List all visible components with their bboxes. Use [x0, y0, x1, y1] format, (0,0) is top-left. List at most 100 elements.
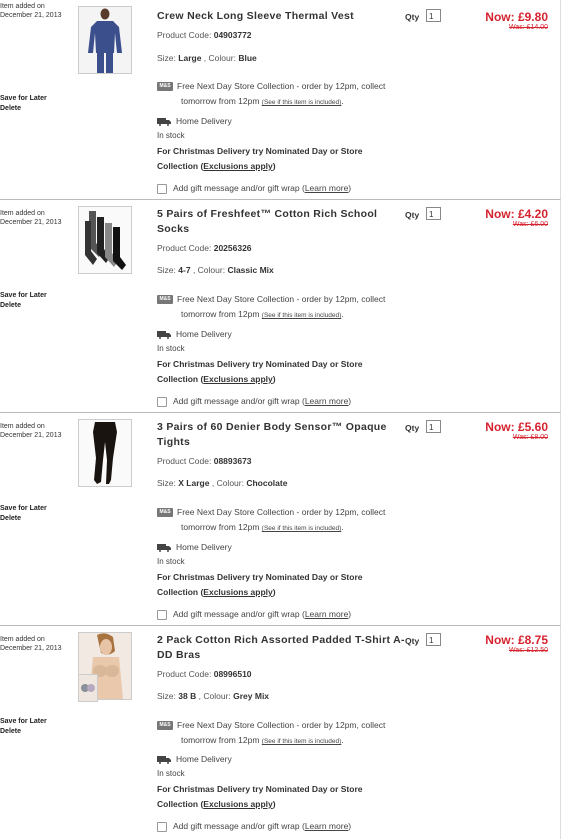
delete-link[interactable]: Delete	[0, 514, 47, 524]
store-collection: M&S Free Next Day Store Collection - orde…	[157, 718, 385, 749]
gift-checkbox[interactable]	[157, 609, 167, 620]
gift-option: Add gift message and/or gift wrap (Learn…	[157, 821, 351, 832]
added-date: Item added on December 21, 2013	[0, 210, 62, 226]
product-code: Product Code: 20256326	[157, 243, 252, 253]
learn-more-link[interactable]: Learn more	[305, 609, 348, 619]
now-price: Now: £8.75	[485, 633, 548, 647]
product-title[interactable]: 2 Pack Cotton Rich Assorted Padded T-Shi…	[157, 633, 407, 663]
home-delivery: Home Delivery	[157, 116, 232, 126]
qty-label: Qty	[405, 423, 420, 433]
home-delivery: Home Delivery	[157, 329, 232, 339]
stock-status: In stock	[157, 344, 185, 353]
was-price: Was: £6.00	[512, 221, 548, 228]
size-colour: Size: 4-7 , Colour: Classic Mix	[157, 265, 274, 275]
stock-status: In stock	[157, 557, 185, 566]
product-image[interactable]	[78, 6, 132, 74]
save-for-later-link[interactable]: Save for Later	[0, 291, 47, 301]
added-date: Item added on December 21, 2013	[0, 423, 62, 439]
product-code: Product Code: 08893673	[157, 456, 252, 466]
was-price: Was: £8.00	[512, 434, 548, 441]
save-for-later-link[interactable]: Save for Later	[0, 94, 47, 104]
store-collection: M&S Free Next Day Store Collection - orde…	[157, 79, 385, 110]
learn-more-link[interactable]: Learn more	[305, 821, 348, 831]
gift-option: Add gift message and/or gift wrap (Learn…	[157, 396, 351, 407]
item-actions: Save for Later Delete	[0, 717, 47, 737]
store-icon: M&S	[157, 82, 173, 92]
store-collection: M&S Free Next Day Store Collection - orde…	[157, 505, 385, 536]
product-code: Product Code: 04903772	[157, 30, 252, 40]
product-title[interactable]: 3 Pairs of 60 Denier Body Sensor™ Opaque…	[157, 420, 407, 450]
gift-checkbox[interactable]	[157, 396, 167, 407]
home-delivery: Home Delivery	[157, 754, 232, 764]
store-icon: M&S	[157, 295, 173, 305]
learn-more-link[interactable]: Learn more	[305, 183, 348, 193]
see-if-included-link[interactable]: (See if this item is included)	[262, 312, 341, 319]
save-for-later-link[interactable]: Save for Later	[0, 717, 47, 727]
christmas-delivery-note: For Christmas Delivery try Nominated Day…	[157, 572, 363, 597]
size-colour: Size: Large , Colour: Blue	[157, 53, 257, 63]
now-price: Now: £9.80	[485, 10, 548, 24]
exclusions-link[interactable]: Exclusions apply	[203, 799, 272, 809]
gift-option: Add gift message and/or gift wrap (Learn…	[157, 609, 351, 620]
product-title[interactable]: Crew Neck Long Sleeve Thermal Vest	[157, 9, 407, 24]
qty-label: Qty	[405, 636, 420, 646]
product-image[interactable]	[78, 419, 132, 487]
exclusions-link[interactable]: Exclusions apply	[203, 374, 272, 384]
product-title[interactable]: 5 Pairs of Freshfeet™ Cotton Rich School…	[157, 207, 407, 237]
christmas-delivery-note: For Christmas Delivery try Nominated Day…	[157, 784, 363, 809]
now-price: Now: £4.20	[485, 207, 548, 221]
tights-image	[79, 420, 131, 486]
exclusions-link[interactable]: Exclusions apply	[203, 161, 272, 171]
item-actions: Save for Later Delete	[0, 291, 47, 311]
learn-more-link[interactable]: Learn more	[305, 396, 348, 406]
item-actions: Save for Later Delete	[0, 504, 47, 524]
was-price: Was: £14.00	[508, 24, 548, 31]
product-code: Product Code: 08996510	[157, 669, 252, 679]
delete-link[interactable]: Delete	[0, 727, 47, 737]
delete-link[interactable]: Delete	[0, 301, 47, 311]
bra-alt-image	[79, 675, 97, 701]
christmas-delivery-note: For Christmas Delivery try Nominated Day…	[157, 146, 363, 171]
store-icon: M&S	[157, 508, 173, 518]
size-colour: Size: 38 B , Colour: Grey Mix	[157, 691, 270, 701]
qty-input[interactable]: 1	[426, 9, 441, 22]
gift-option: Add gift message and/or gift wrap (Learn…	[157, 183, 351, 194]
stock-status: In stock	[157, 131, 185, 140]
christmas-delivery-note: For Christmas Delivery try Nominated Day…	[157, 359, 363, 384]
basket-list: Item added on December 21, 2013 Save for …	[0, 0, 561, 839]
basket-item: Item added on December 21, 2013 Save for …	[0, 0, 561, 200]
van-icon	[157, 117, 171, 126]
product-image-alt[interactable]	[78, 674, 98, 702]
size-colour: Size: X Large , Colour: Chocolate	[157, 478, 288, 488]
van-icon	[157, 543, 171, 552]
home-delivery: Home Delivery	[157, 542, 232, 552]
see-if-included-link[interactable]: (See if this item is included)	[262, 738, 341, 745]
qty-label: Qty	[405, 210, 420, 220]
van-icon	[157, 330, 171, 339]
thermal-vest-image	[79, 7, 131, 73]
see-if-included-link[interactable]: (See if this item is included)	[262, 525, 341, 532]
store-icon: M&S	[157, 721, 173, 731]
basket-item: Item added on December 21, 2013 Save for …	[0, 200, 561, 413]
item-actions: Save for Later Delete	[0, 94, 47, 114]
added-date: Item added on December 21, 2013	[0, 636, 62, 652]
basket-item: Item added on December 21, 2013 Save for …	[0, 413, 561, 626]
qty-input[interactable]: 1	[426, 207, 441, 220]
gift-checkbox[interactable]	[157, 183, 167, 194]
basket-item: Item added on December 21, 2013 Save for …	[0, 626, 561, 839]
was-price: Was: £12.50	[508, 647, 548, 654]
save-for-later-link[interactable]: Save for Later	[0, 504, 47, 514]
qty-label: Qty	[405, 12, 420, 22]
product-image[interactable]	[78, 206, 132, 274]
added-date: Item added on December 21, 2013	[0, 3, 62, 19]
see-if-included-link[interactable]: (See if this item is included)	[262, 99, 341, 106]
store-collection: M&S Free Next Day Store Collection - orde…	[157, 292, 385, 323]
gift-checkbox[interactable]	[157, 821, 167, 832]
delete-link[interactable]: Delete	[0, 104, 47, 114]
exclusions-link[interactable]: Exclusions apply	[203, 587, 272, 597]
qty-input[interactable]: 1	[426, 633, 441, 646]
van-icon	[157, 755, 171, 764]
now-price: Now: £5.60	[485, 420, 548, 434]
socks-image	[79, 207, 131, 273]
qty-input[interactable]: 1	[426, 420, 441, 433]
